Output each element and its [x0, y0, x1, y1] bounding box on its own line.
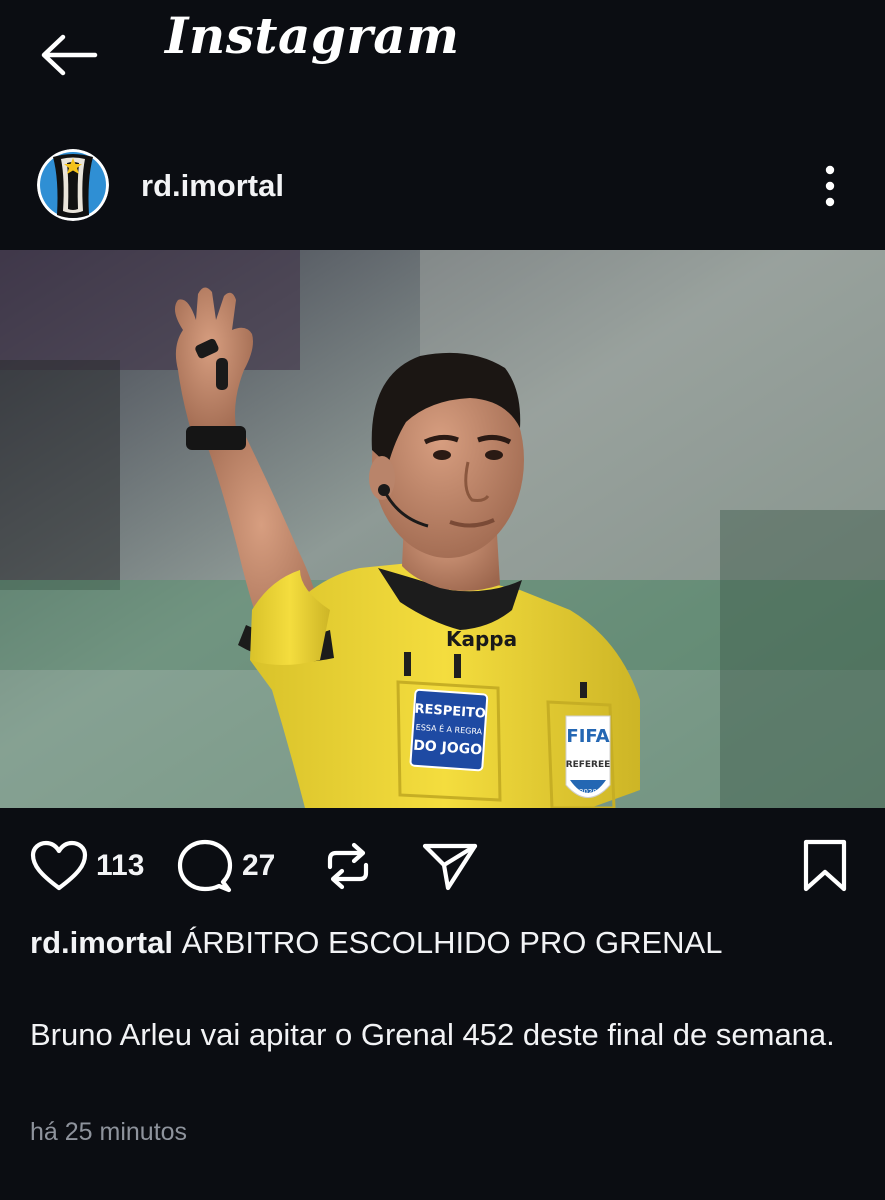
avatar[interactable] — [37, 149, 109, 221]
instagram-wordmark: Instagram — [165, 6, 460, 65]
repost-icon — [327, 842, 369, 890]
top-bar: Instagram — [0, 0, 885, 110]
arrow-left-icon — [41, 34, 98, 76]
more-vertical-icon — [825, 165, 835, 207]
bookmark-icon — [803, 839, 847, 892]
post-timestamp: há 25 minutos — [30, 1118, 188, 1146]
repost-button[interactable] — [322, 828, 374, 904]
club-crest-icon — [37, 149, 109, 221]
send-icon — [422, 843, 478, 891]
like-button[interactable]: 113 — [30, 828, 144, 904]
back-button[interactable] — [38, 30, 100, 80]
save-button[interactable] — [800, 828, 850, 904]
comment-bubble-icon — [177, 839, 233, 893]
more-options-button[interactable] — [805, 158, 855, 214]
post-header: rd.imortal — [0, 140, 885, 230]
comment-button[interactable]: 27 — [176, 828, 275, 904]
post-image[interactable]: Kappa RESPEITO ESSA É A REGRA DO JOGO FI… — [0, 250, 885, 808]
heart-icon — [30, 840, 88, 891]
fifa-badge-line1: FIFA — [566, 726, 609, 747]
share-button[interactable] — [420, 828, 480, 904]
action-bar: 113 27 — [0, 828, 885, 908]
like-count: 113 — [96, 849, 145, 882]
caption-title: ÁRBITRO ESCOLHIDO PRO GRENAL — [181, 925, 723, 960]
fifa-badge-line2: REFEREE — [566, 760, 611, 770]
referee-photo: Kappa RESPEITO ESSA É A REGRA DO JOGO FI… — [0, 250, 885, 808]
kit-logo: Kappa — [446, 627, 517, 651]
caption-body: Bruno Arleu vai apitar o Grenal 452 dest… — [30, 1017, 835, 1052]
post-username[interactable]: rd.imortal — [141, 168, 284, 204]
fifa-badge-line3: 2020 — [579, 788, 597, 796]
comment-count: 27 — [242, 849, 276, 882]
caption-username[interactable]: rd.imortal — [30, 925, 173, 960]
caption-headline: rd.imortal ÁRBITRO ESCOLHIDO PRO GRENAL — [30, 922, 860, 964]
